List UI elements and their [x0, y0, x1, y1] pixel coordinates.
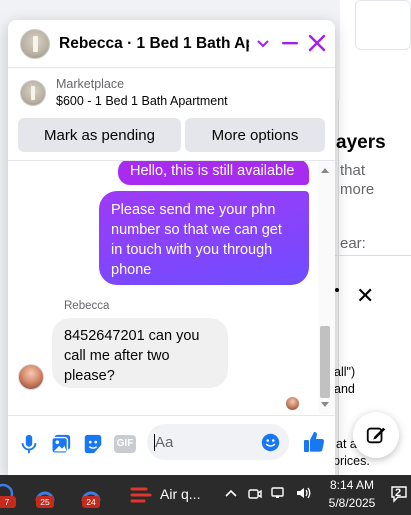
- minimize-icon[interactable]: [281, 34, 299, 52]
- sent-message[interactable]: Please send me your phn number so that w…: [99, 191, 309, 285]
- clock-time[interactable]: 8:14 AM: [327, 478, 377, 492]
- chat-header[interactable]: Rebecca · 1 Bed 1 Bath Apa...: [8, 20, 335, 68]
- chevron-down-icon[interactable]: [256, 37, 270, 51]
- gif-button[interactable]: GIF: [114, 435, 136, 453]
- listing-label: Marketplace: [56, 77, 125, 91]
- received-message[interactable]: 8452647201 can you call me after two ple…: [52, 318, 228, 388]
- taskbar-app-label[interactable]: Air q...: [160, 486, 200, 502]
- microphone-icon[interactable]: [18, 433, 40, 455]
- sender-avatar[interactable]: [18, 364, 44, 390]
- chevron-up-icon[interactable]: [225, 488, 237, 498]
- listing-summary[interactable]: Marketplace $600 - 1 Bed 1 Bath Apartmen…: [8, 69, 335, 117]
- thumbs-up-icon[interactable]: [302, 430, 326, 454]
- notification-badge: 25: [36, 496, 54, 508]
- notification-badge: 24: [82, 496, 100, 508]
- background-text: prices.: [333, 454, 370, 468]
- scroll-down-arrow[interactable]: [321, 402, 329, 407]
- camera-icon[interactable]: [248, 486, 262, 500]
- background-heading: ayers: [336, 132, 386, 153]
- notification-center-button[interactable]: 2: [390, 485, 411, 505]
- sent-message[interactable]: Hello, this is still available: [118, 161, 309, 185]
- chat-title[interactable]: Rebecca · 1 Bed 1 Bath Apa...: [59, 35, 249, 53]
- air-quality-icon: [130, 487, 152, 503]
- photo-icon[interactable]: [50, 433, 72, 455]
- more-dots-icon[interactable]: [335, 288, 339, 292]
- taskbar: 7 25 24 Air q... 8:14 AM 5/8/2025 2: [0, 475, 411, 515]
- emoji-icon[interactable]: [261, 433, 280, 452]
- background-divider: [330, 255, 411, 256]
- mark-as-pending-button[interactable]: Mark as pending: [18, 118, 181, 152]
- air-quality-app[interactable]: [130, 484, 152, 506]
- message-composer: GIF: [8, 415, 335, 475]
- new-message-button[interactable]: [353, 412, 399, 458]
- compose-icon: [366, 427, 386, 444]
- sender-name: Rebecca: [64, 300, 110, 312]
- close-chat-icon[interactable]: [308, 34, 326, 52]
- background-text: more: [340, 181, 375, 198]
- network-icon[interactable]: [271, 486, 287, 500]
- close-icon[interactable]: ✕: [356, 283, 374, 309]
- scroll-up-arrow[interactable]: [321, 168, 329, 173]
- background-text: that: [340, 162, 366, 179]
- message-list[interactable]: Hello, this is still available Please se…: [8, 161, 335, 414]
- sticker-icon[interactable]: [82, 433, 104, 455]
- listing-thumbnail: [20, 80, 46, 106]
- more-options-button[interactable]: More options: [185, 118, 325, 152]
- message-input[interactable]: [155, 424, 265, 460]
- background-text: and: [334, 382, 355, 396]
- listing-price-title: $600 - 1 Bed 1 Bath Apartment: [56, 94, 228, 108]
- background-card-inner: [355, 0, 411, 50]
- chat-window: Rebecca · 1 Bed 1 Bath Apa... Marketplac…: [8, 20, 335, 475]
- message-input-box[interactable]: [147, 424, 289, 460]
- listing-avatar: [20, 28, 50, 59]
- read-receipt-avatar: [286, 397, 299, 410]
- notification-badge: 7: [0, 496, 16, 508]
- clock-date[interactable]: 5/8/2025: [323, 496, 381, 510]
- notification-count: 2: [395, 487, 402, 499]
- background-text: all"): [334, 365, 356, 379]
- volume-icon[interactable]: [296, 486, 312, 500]
- scrollbar-thumb[interactable]: [320, 326, 330, 398]
- background-text: ear:: [340, 235, 366, 252]
